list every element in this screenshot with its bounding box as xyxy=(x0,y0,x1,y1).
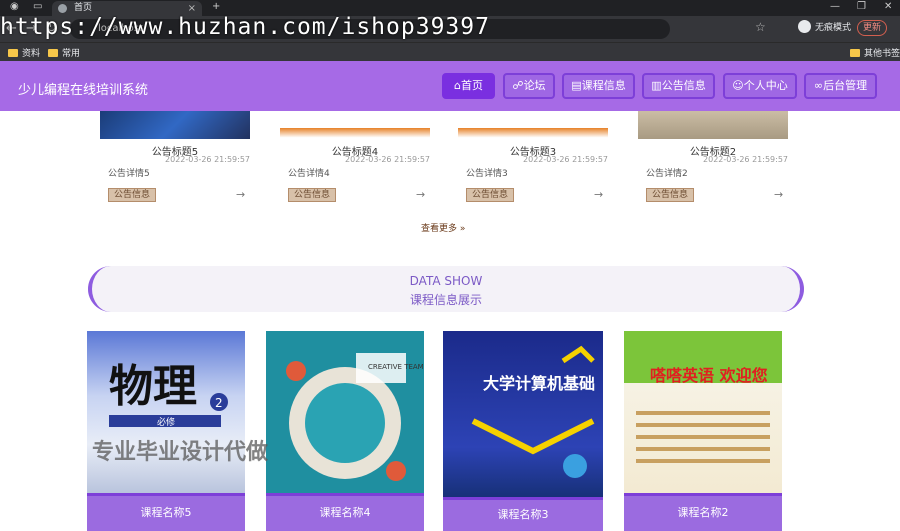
arrow-right-icon[interactable]: → xyxy=(416,188,425,201)
arrow-right-icon[interactable]: → xyxy=(594,188,603,201)
course-card[interactable]: 物理 2 必修 课程名称5 xyxy=(87,331,245,531)
notice-image xyxy=(100,111,250,139)
restore-icon[interactable]: ❐ xyxy=(857,0,866,14)
watermark-text: 专业毕业设计代做 xyxy=(92,440,269,465)
computer-cover-art: 大学计算机基础 xyxy=(471,345,595,478)
course-icon: ▤ xyxy=(571,79,582,92)
cover-text: 大学计算机基础 xyxy=(483,374,595,393)
nav-home[interactable]: ⌂首页 xyxy=(442,73,495,99)
user-icon: ☺ xyxy=(732,79,744,92)
cover-subtext: 必修 xyxy=(157,416,175,428)
course-cover: 大学计算机基础 xyxy=(443,331,603,497)
new-tab-button[interactable]: + xyxy=(212,0,220,14)
notice-date: 2022-03-26 21:59:57 xyxy=(345,155,430,164)
bookmark-folder-1[interactable]: 资料 xyxy=(8,46,40,59)
nav-admin[interactable]: ∞后台管理 xyxy=(804,73,877,99)
course-name: 课程名称5 xyxy=(87,493,245,531)
section-heading: DATA SHOW 课程信息展示 xyxy=(88,266,804,312)
incognito-icon xyxy=(798,20,811,33)
folder-icon xyxy=(850,48,860,57)
notice-card[interactable]: 公告标题3 2022-03-26 21:59:57 公告详情3 公告信息 → xyxy=(458,111,618,211)
notice-date: 2022-03-26 21:59:57 xyxy=(703,155,788,164)
nav-notice-label: 公告信息 xyxy=(661,79,706,92)
close-window-icon[interactable]: ✕ xyxy=(884,0,892,14)
folder-icon xyxy=(8,48,18,57)
course-cover: 物理 2 必修 xyxy=(87,331,245,493)
notice-tag[interactable]: 公告信息 xyxy=(108,188,156,202)
nav-course-label: 课程信息 xyxy=(581,79,626,92)
arrow-right-icon[interactable]: → xyxy=(774,188,783,201)
site-title: 少儿编程在线培训系统 xyxy=(18,83,149,98)
notice-card[interactable]: 公告标题4 2022-03-26 21:59:57 公告详情4 公告信息 → xyxy=(280,111,440,211)
forum-icon: ☍ xyxy=(512,79,524,92)
notice-tag[interactable]: 公告信息 xyxy=(466,188,514,202)
notice-tag[interactable]: 公告信息 xyxy=(288,188,336,202)
bookmark-label: 资料 xyxy=(22,49,41,59)
bookmark-star-icon[interactable]: ☆ xyxy=(755,20,766,34)
folder-icon xyxy=(48,48,58,57)
browser-chrome: ◉ ▭ 首页 × + — ❐ ✕ ← → ↻ localhost https:/… xyxy=(0,0,900,61)
physics-cover-art: 物理 2 必修 xyxy=(109,361,228,428)
notice-date: 2022-03-26 21:59:57 xyxy=(165,155,250,164)
window-icon[interactable]: ▭ xyxy=(33,0,42,14)
nav-notice[interactable]: ▥公告信息 xyxy=(642,73,715,99)
section-title-cn: 课程信息展示 xyxy=(409,293,482,307)
svg-text:2: 2 xyxy=(215,396,223,410)
team-cover-art: CREATIVE TEAM xyxy=(286,353,424,481)
notice-image xyxy=(638,111,788,139)
globe-icon xyxy=(58,4,67,13)
nav-profile-label: 个人中心 xyxy=(743,79,788,92)
course-card[interactable]: 嗒嗒英语 欢迎您 课程名称2 xyxy=(624,331,782,531)
notice-detail: 公告详情5 xyxy=(108,169,150,179)
browser-menu-icon[interactable]: ◉ xyxy=(10,0,19,14)
notice-detail: 公告详情2 xyxy=(646,169,688,179)
notice-card[interactable]: 公告标题5 2022-03-26 21:59:57 公告详情5 公告信息 → xyxy=(100,111,260,211)
bookmarks-bar: 资料 常用 其他书签 xyxy=(0,42,900,61)
incognito-label: 无痕模式 xyxy=(815,23,852,33)
bookmark-folder-2[interactable]: 常用 xyxy=(48,46,80,59)
update-button[interactable]: 更新 xyxy=(857,20,888,36)
site-header: 少儿编程在线培训系统 ⌂首页 ☍论坛 ▤课程信息 ▥公告信息 ☺个人中心 ∞后台… xyxy=(0,61,900,111)
english-cover-art: 嗒嗒英语 欢迎您 xyxy=(636,366,770,463)
course-cover: CREATIVE TEAM xyxy=(266,331,424,493)
other-bookmarks[interactable]: 其他书签 xyxy=(850,46,900,59)
course-name: 课程名称4 xyxy=(266,493,424,531)
notice-tag[interactable]: 公告信息 xyxy=(646,188,694,202)
incognito-indicator[interactable]: 无痕模式 xyxy=(798,20,851,33)
notice-icon: ▥ xyxy=(651,79,662,92)
arrow-right-icon[interactable]: → xyxy=(236,188,245,201)
link-icon: ∞ xyxy=(813,79,824,92)
nav-forum[interactable]: ☍论坛 xyxy=(503,73,555,99)
other-bookmarks-label: 其他书签 xyxy=(864,49,900,59)
notice-detail: 公告详情3 xyxy=(466,169,508,179)
section-title-en: DATA SHOW xyxy=(409,274,483,288)
notice-image xyxy=(458,111,608,139)
minimize-icon[interactable]: — xyxy=(830,0,840,14)
course-cover: 嗒嗒英语 欢迎您 xyxy=(624,331,782,493)
notice-card[interactable]: 公告标题2 2022-03-26 21:59:57 公告详情2 公告信息 → xyxy=(638,111,798,211)
notice-image xyxy=(280,111,430,139)
nav-admin-label: 后台管理 xyxy=(823,79,868,92)
nav-home-label: 首页 xyxy=(460,79,483,92)
notice-date: 2022-03-26 21:59:57 xyxy=(523,155,608,164)
course-card[interactable]: 大学计算机基础 课程名称3 xyxy=(443,331,603,531)
course-name: 课程名称2 xyxy=(624,493,782,531)
home-icon: ⌂ xyxy=(454,79,461,92)
notice-detail: 公告详情4 xyxy=(288,169,330,179)
nav-profile[interactable]: ☺个人中心 xyxy=(723,73,797,99)
nav-course[interactable]: ▤课程信息 xyxy=(562,73,635,99)
cover-text: 嗒嗒英语 欢迎您 xyxy=(650,366,768,385)
nav-forum-label: 论坛 xyxy=(523,79,546,92)
url-watermark: https://www.huzhan.com/ishop39397 xyxy=(0,14,490,40)
bookmark-label: 常用 xyxy=(62,49,81,59)
course-name: 课程名称3 xyxy=(443,497,603,531)
cover-text: CREATIVE TEAM xyxy=(368,363,424,371)
course-card[interactable]: CREATIVE TEAM 课程名称4 xyxy=(266,331,424,531)
view-more-link[interactable]: 查看更多 » xyxy=(421,221,465,234)
cover-text: 物理 xyxy=(109,361,197,412)
tab-title: 首页 xyxy=(74,3,93,13)
